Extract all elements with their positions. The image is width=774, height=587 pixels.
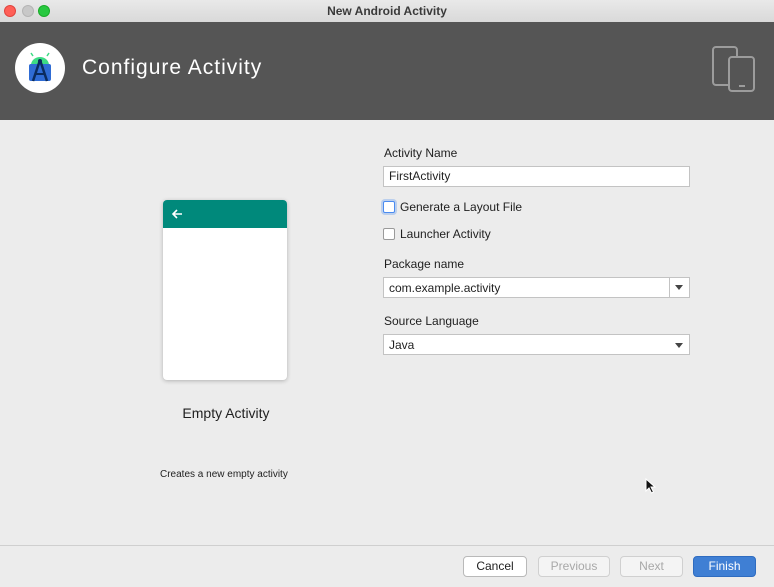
package-name-combobox[interactable]: com.example.activity bbox=[383, 277, 690, 298]
finish-button[interactable]: Finish bbox=[693, 556, 756, 577]
window-titlebar: New Android Activity bbox=[0, 0, 774, 23]
source-language-select[interactable]: Java bbox=[383, 334, 690, 355]
cancel-button[interactable]: Cancel bbox=[463, 556, 527, 577]
dialog-header: Configure Activity bbox=[0, 22, 774, 120]
dialog-footer: Cancel Previous Next Finish bbox=[0, 545, 774, 587]
page-title: Configure Activity bbox=[82, 56, 263, 79]
activity-name-label: Activity Name bbox=[384, 146, 458, 160]
generate-layout-checkbox[interactable] bbox=[383, 201, 395, 213]
chevron-down-icon bbox=[675, 343, 683, 348]
activity-name-field[interactable]: FirstActivity bbox=[383, 166, 690, 187]
dialog-content: Empty Activity Creates a new empty activ… bbox=[0, 120, 774, 545]
chevron-down-icon bbox=[675, 285, 683, 290]
devices-icon bbox=[709, 44, 757, 99]
back-arrow-icon bbox=[171, 209, 182, 219]
source-language-label: Source Language bbox=[384, 314, 479, 328]
template-preview bbox=[163, 200, 287, 380]
android-studio-icon bbox=[15, 43, 65, 93]
window-title: New Android Activity bbox=[327, 4, 447, 18]
next-button[interactable]: Next bbox=[620, 556, 683, 577]
template-description: Creates a new empty activity bbox=[160, 469, 288, 480]
generate-layout-label: Generate a Layout File bbox=[400, 200, 523, 214]
previous-button[interactable]: Previous bbox=[538, 556, 610, 577]
launcher-activity-checkbox[interactable] bbox=[383, 228, 395, 240]
source-language-value: Java bbox=[389, 338, 415, 352]
package-name-value: com.example.activity bbox=[389, 281, 501, 295]
package-name-dropdown-button[interactable] bbox=[669, 278, 689, 297]
preview-app-bar bbox=[163, 200, 287, 228]
template-name: Empty Activity bbox=[182, 405, 270, 421]
package-name-label: Package name bbox=[384, 257, 465, 271]
launcher-activity-label: Launcher Activity bbox=[400, 227, 491, 241]
mouse-cursor-icon bbox=[645, 478, 657, 494]
